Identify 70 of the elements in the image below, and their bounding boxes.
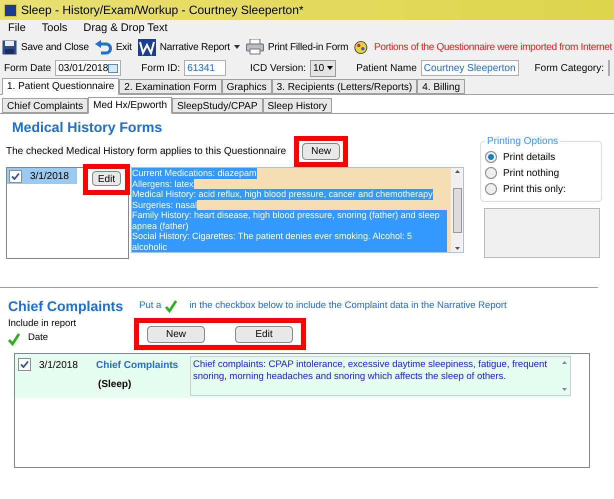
app-icon (4, 4, 17, 16)
icd-version-dropdown[interactable]: 10 (310, 60, 336, 76)
checkbox[interactable] (18, 358, 31, 371)
complaint-name: Chief Complaints (96, 359, 180, 373)
radio-option[interactable]: Print nothing (485, 165, 597, 181)
field-label: Form Date (4, 62, 52, 76)
column-label: Date (28, 331, 48, 346)
toolbar-button[interactable]: Exit (94, 40, 132, 54)
tab[interactable]: 1. Patient Questionnaire (2, 78, 120, 95)
complaint-text: Chief complaints: CPAP intolerance, excessive daytime sleepiness, fatigue, frequent snoring, morning headaches and snoring which affects the sleep of others. (192, 358, 548, 384)
check-icon (165, 300, 178, 313)
check-icon (8, 332, 20, 346)
checkbox[interactable] (9, 170, 22, 182)
undo-arrow-icon (94, 40, 112, 54)
radio-button[interactable] (485, 151, 497, 163)
column-label: Include in report (8, 317, 78, 331)
field-label: Patient Name (356, 62, 417, 76)
scrollbar[interactable] (451, 168, 463, 252)
section-title: Medical History Forms (12, 118, 164, 136)
date-field[interactable]: 03/01/2018 (55, 60, 122, 76)
edit-button[interactable]: Edit (235, 326, 293, 342)
radio-button[interactable] (485, 183, 497, 195)
up-arrow-icon (454, 170, 460, 173)
patient-name-field[interactable]: Courtney Sleeperton (420, 60, 519, 76)
list-row[interactable]: 3/1/2018 (7, 168, 77, 184)
tab[interactable]: Graphics (222, 79, 272, 94)
window-title: Sleep - History/Exam/Workup - Courtney Sleeperton* (21, 2, 304, 19)
section-title: Chief Complaints (8, 297, 124, 316)
tab[interactable]: Chief Complaints (2, 98, 88, 113)
import-notice: Portions of the Questionnaire were imported from Internet (374, 40, 612, 54)
tab[interactable]: 4. Billing (417, 79, 466, 94)
complaint-category: (Sleep) (98, 378, 132, 392)
menu-item[interactable]: Tools (42, 20, 68, 37)
check-icon (11, 172, 20, 180)
tab[interactable]: 2. Examination Form (119, 79, 222, 94)
up-arrow-icon (562, 361, 567, 364)
tab[interactable]: Sleep History (262, 98, 332, 113)
radio-button[interactable] (485, 167, 497, 179)
field-label: ICD Version: (250, 62, 306, 76)
edit-button[interactable]: Edit (92, 171, 121, 186)
document-w-icon (138, 38, 156, 56)
tab[interactable]: Med Hx/Epworth (88, 97, 172, 114)
section-note: The checked Medical History form applies to this Questionnaire (6, 145, 286, 159)
toolbar-button[interactable]: Print Filled-in Form (246, 39, 348, 55)
tab[interactable]: 3. Recipients (Letters/Reports) (272, 79, 418, 94)
down-arrow-icon (562, 388, 567, 391)
printer-icon (246, 39, 264, 55)
hint-text: in the checkbox below to include the Complaint data in the Narrative Report (189, 299, 507, 314)
down-arrow-icon (454, 247, 460, 250)
complaint-date: 3/1/2018 (39, 359, 78, 373)
field-label: Form Category: (534, 62, 604, 76)
field-label: Form ID: (141, 62, 180, 76)
caret-icon (327, 66, 334, 70)
calendar-icon (108, 64, 118, 72)
hint-text: Put a (139, 299, 162, 314)
form-id-field[interactable]: 61341 (184, 60, 226, 76)
check-icon (20, 360, 29, 369)
menu-item[interactable]: File (8, 20, 26, 37)
toolbar-button[interactable]: Narrative Report (138, 38, 240, 56)
scroll-thumb[interactable] (452, 188, 462, 232)
menu-item[interactable]: Drag & Drop Text (83, 20, 168, 37)
form-date: 3/1/2018 (30, 170, 69, 184)
new-button[interactable]: New (147, 326, 205, 342)
radio-option[interactable]: Print this only: (485, 181, 597, 197)
new-button[interactable]: New (302, 143, 340, 160)
group-title: Printing Options (486, 135, 560, 149)
radio-option[interactable]: Print details (485, 149, 597, 165)
toolbar-button[interactable]: Save and Close (2, 40, 89, 54)
tab[interactable]: SleepStudy/CPAP (172, 98, 262, 113)
complaint-row[interactable]: 3/1/2018 Chief Complaints (Sleep) Chief complaints: CPAP intolerance, excessive daytime sleepiness, fatigue, frequent snoring, morning headaches and snoring which affects the sleep of others. (15, 354, 571, 398)
